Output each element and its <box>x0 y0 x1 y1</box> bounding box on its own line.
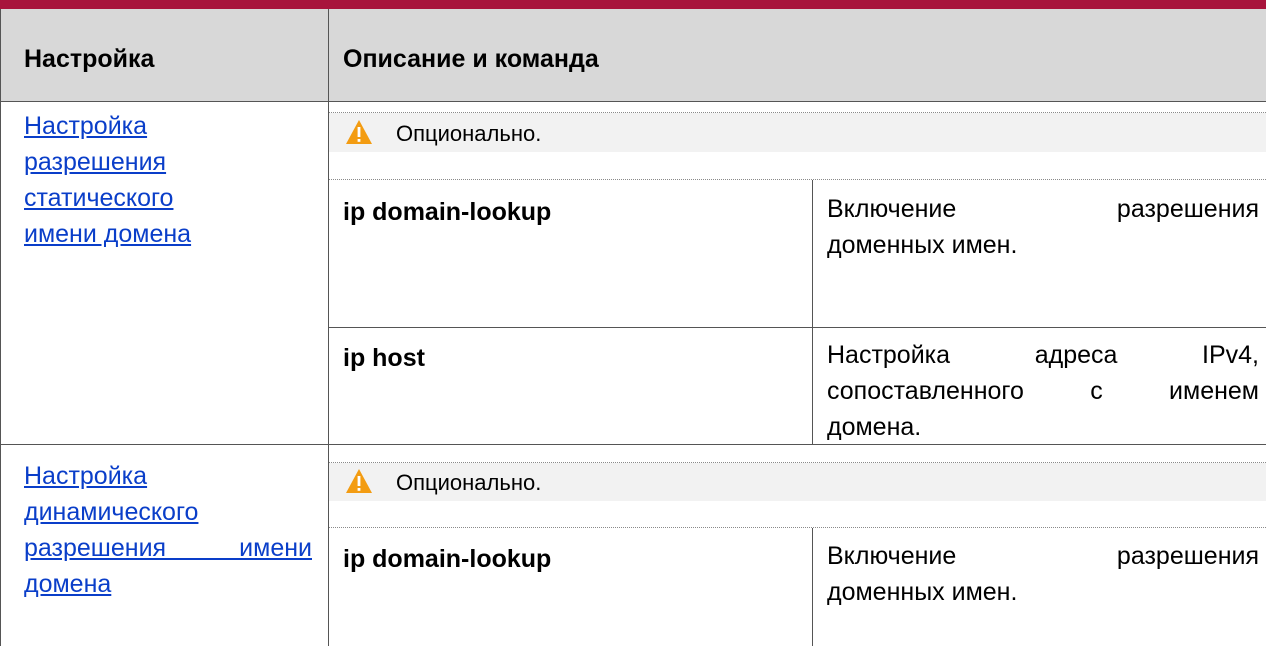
note-top-dotted-2 <box>329 462 1266 463</box>
table-header: Настройка Описание и команда <box>0 9 1266 101</box>
note-bottom-dotted-2 <box>329 527 1266 528</box>
note-optional-1: Опционально. <box>396 121 542 146</box>
header-bottom-border <box>0 101 1266 102</box>
top-accent-bar <box>0 0 1266 9</box>
desc-domain-lookup-1: Включение разрешения доменных имен. <box>827 195 1259 259</box>
cmd-desc-divider-2 <box>812 528 813 646</box>
header-col-setting: Настройка <box>24 45 155 73</box>
desc-domain-lookup-2: Включение разрешения доменных имен. <box>827 542 1259 606</box>
note-top-dotted-1 <box>329 112 1266 113</box>
warning-icon <box>346 469 372 493</box>
table-left-border <box>0 9 1 646</box>
command-ip-domain-lookup-2: ip domain-lookup <box>343 545 552 573</box>
command-ip-domain-lookup-1: ip domain-lookup <box>343 198 552 226</box>
note-bottom-dotted-1 <box>329 179 1266 180</box>
link-static-domain-resolution[interactable]: Настройка разрешения статического имени … <box>24 108 238 252</box>
link-dynamic-domain-resolution[interactable]: Настройка динамического разрешения имени… <box>24 458 312 602</box>
note-optional-2: Опционально. <box>396 470 542 495</box>
cmd-desc-divider-1 <box>812 180 813 444</box>
command-row-divider <box>329 327 1266 328</box>
command-ip-host: ip host <box>343 344 425 372</box>
desc-ip-host: Настройка адреса IPv4, сопоставленного с… <box>827 341 1259 441</box>
header-col-description: Описание и команда <box>343 45 599 73</box>
warning-icon <box>346 120 372 144</box>
